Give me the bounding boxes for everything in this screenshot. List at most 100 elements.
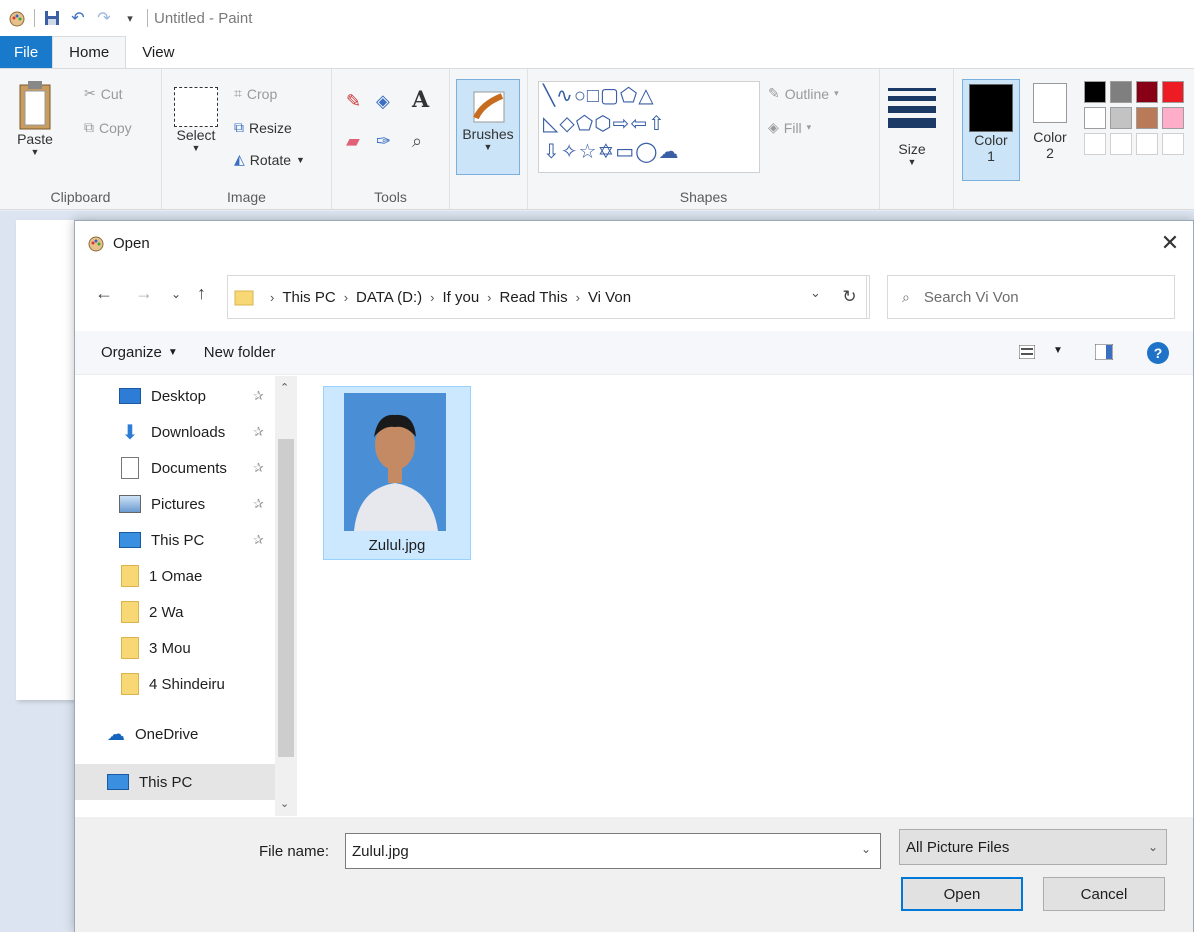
- nav-item-3-mou[interactable]: 3 Mou: [75, 630, 275, 666]
- forward-arrow-icon[interactable]: →: [135, 283, 153, 304]
- color2-button[interactable]: Color 2: [1026, 83, 1074, 161]
- five-point-star-shape-icon[interactable]: ☆: [579, 141, 598, 163]
- view-dropdown-icon[interactable]: ▼: [1053, 345, 1063, 356]
- file-name-dropdown-icon[interactable]: ⌄: [861, 842, 871, 856]
- eraser-icon[interactable]: ▰: [346, 131, 360, 152]
- brushes-button[interactable]: Brushes ▼: [456, 79, 520, 175]
- scroll-up-icon[interactable]: ⌃: [280, 381, 289, 394]
- nav-scrollbar-thumb[interactable]: [278, 439, 294, 757]
- palette-swatch-empty[interactable]: [1084, 133, 1106, 155]
- file-type-filter[interactable]: All Picture Files ⌄: [899, 829, 1167, 865]
- breadcrumb-data-drive[interactable]: DATA (D:): [356, 289, 422, 306]
- palette-swatch[interactable]: [1084, 107, 1106, 129]
- palette-swatch-empty[interactable]: [1110, 133, 1132, 155]
- search-input[interactable]: ⌕ Search Vi Von: [887, 275, 1175, 319]
- address-bar[interactable]: › This PC › DATA (D:) › If you › Read Th…: [227, 275, 867, 319]
- fill-button[interactable]: ◈ Fill ▾: [768, 119, 811, 136]
- nav-item-desktop[interactable]: Desktop ✰: [75, 378, 275, 414]
- four-point-star-shape-icon[interactable]: ✧: [561, 141, 579, 163]
- file-item[interactable]: Zulul.jpg: [323, 386, 471, 560]
- paint-app-icon[interactable]: [8, 9, 26, 27]
- breadcrumb-vi-von[interactable]: Vi Von: [588, 289, 631, 306]
- diamond-shape-icon[interactable]: ◇: [559, 113, 575, 135]
- undo-icon[interactable]: ↶: [69, 9, 87, 27]
- palette-swatch-empty[interactable]: [1162, 133, 1184, 155]
- save-icon[interactable]: [43, 9, 61, 27]
- pencil-icon[interactable]: ✎: [346, 91, 361, 112]
- paste-button[interactable]: Paste ▼: [16, 79, 54, 157]
- breadcrumb-read-this[interactable]: Read This: [500, 289, 568, 306]
- cancel-button[interactable]: Cancel: [1043, 877, 1165, 911]
- tab-view[interactable]: View: [126, 36, 190, 68]
- address-dropdown-icon[interactable]: ⌄: [810, 285, 821, 301]
- nav-item-4-shindeiru[interactable]: 4 Shindeiru: [75, 666, 275, 702]
- palette-swatch[interactable]: [1136, 81, 1158, 103]
- crop-button[interactable]: ⌗ Crop: [234, 85, 277, 102]
- palette-swatch[interactable]: [1162, 107, 1184, 129]
- size-button[interactable]: Size ▼: [888, 83, 936, 167]
- magnifier-icon[interactable]: ⌕: [412, 131, 422, 152]
- nav-item-1-omae[interactable]: 1 Omae: [75, 558, 275, 594]
- nav-item-onedrive[interactable]: ☁ OneDrive: [75, 716, 275, 752]
- cut-button[interactable]: ✂ Cut: [84, 85, 123, 102]
- text-icon[interactable]: A: [412, 87, 429, 113]
- right-triangle-shape-icon[interactable]: ◺: [543, 113, 559, 135]
- curve-shape-icon[interactable]: ∿: [556, 85, 574, 107]
- recent-locations-chevron-icon[interactable]: ⌄: [171, 287, 181, 301]
- line-shape-icon[interactable]: ╲: [543, 85, 556, 107]
- down-arrow-shape-icon[interactable]: ⇩: [543, 141, 561, 163]
- palette-swatch[interactable]: [1136, 107, 1158, 129]
- copy-button[interactable]: ⧉ Copy: [84, 119, 132, 136]
- customize-qat-icon[interactable]: ▾: [121, 9, 139, 27]
- polygon-shape-icon[interactable]: ⬠: [620, 85, 638, 107]
- shapes-gallery[interactable]: ╲∿○□▢⬠△ ◺◇⬠⬡⇨⇦⇧ ⇩✧☆✡▭◯☁: [538, 81, 760, 173]
- select-button[interactable]: Select ▼: [174, 87, 218, 153]
- nav-item-this-pc-quick[interactable]: This PC ✰: [75, 522, 275, 558]
- preview-pane-icon[interactable]: [1094, 343, 1114, 364]
- nav-item-downloads[interactable]: ⬇ Downloads ✰: [75, 414, 275, 450]
- palette-swatch[interactable]: [1110, 107, 1132, 129]
- triangle-shape-icon[interactable]: △: [638, 85, 654, 107]
- left-arrow-shape-icon[interactable]: ⇦: [630, 113, 648, 135]
- close-icon[interactable]: ✕: [1155, 229, 1185, 257]
- view-options-icon[interactable]: [1018, 344, 1036, 363]
- rounded-rectangle-shape-icon[interactable]: ▢: [600, 85, 620, 107]
- color1-button[interactable]: Color 1: [962, 79, 1020, 181]
- right-arrow-shape-icon[interactable]: ⇨: [613, 113, 631, 135]
- nav-item-2-wa[interactable]: 2 Wa: [75, 594, 275, 630]
- breadcrumb-if-you[interactable]: If you: [442, 289, 479, 306]
- palette-swatch[interactable]: [1084, 81, 1106, 103]
- organize-button[interactable]: Organize ▼: [101, 344, 178, 361]
- redo-icon[interactable]: ↷: [95, 9, 113, 27]
- back-arrow-icon[interactable]: ←: [95, 283, 113, 304]
- callout-shape-icon[interactable]: ▭: [615, 141, 635, 163]
- hexagon-shape-icon[interactable]: ⬡: [594, 113, 612, 135]
- nav-item-pictures[interactable]: Pictures ✰: [75, 486, 275, 522]
- tab-file[interactable]: File: [0, 36, 53, 68]
- outline-button[interactable]: ✎ Outline ▾: [768, 85, 839, 102]
- nav-item-documents[interactable]: Documents ✰: [75, 450, 275, 486]
- resize-button[interactable]: ⧉ Resize: [234, 119, 292, 136]
- cloud-callout-shape-icon[interactable]: ☁: [659, 141, 680, 163]
- up-arrow-shape-icon[interactable]: ⇧: [648, 113, 666, 135]
- new-folder-button[interactable]: New folder: [204, 344, 276, 361]
- palette-swatch-empty[interactable]: [1136, 133, 1158, 155]
- oval-shape-icon[interactable]: ○: [574, 85, 587, 107]
- up-arrow-icon[interactable]: ↑: [197, 283, 206, 304]
- oval-callout-shape-icon[interactable]: ◯: [635, 141, 658, 163]
- pentagon-shape-icon[interactable]: ⬠: [576, 113, 594, 135]
- file-name-input[interactable]: Zulul.jpg: [345, 833, 881, 869]
- refresh-icon[interactable]: ↻: [830, 275, 870, 319]
- nav-item-this-pc[interactable]: This PC: [75, 764, 275, 800]
- palette-swatch[interactable]: [1162, 81, 1184, 103]
- fill-bucket-icon[interactable]: ◈: [376, 91, 390, 112]
- open-button[interactable]: Open: [901, 877, 1023, 911]
- tab-home[interactable]: Home: [52, 36, 127, 68]
- six-point-star-shape-icon[interactable]: ✡: [597, 141, 615, 163]
- rotate-button[interactable]: ◭ Rotate ▼: [234, 151, 305, 168]
- palette-swatch[interactable]: [1110, 81, 1132, 103]
- color-picker-icon[interactable]: ✑: [376, 131, 391, 152]
- rectangle-shape-icon[interactable]: □: [587, 85, 600, 107]
- breadcrumb-this-pc[interactable]: This PC: [282, 289, 335, 306]
- scroll-down-icon[interactable]: ⌄: [280, 797, 289, 810]
